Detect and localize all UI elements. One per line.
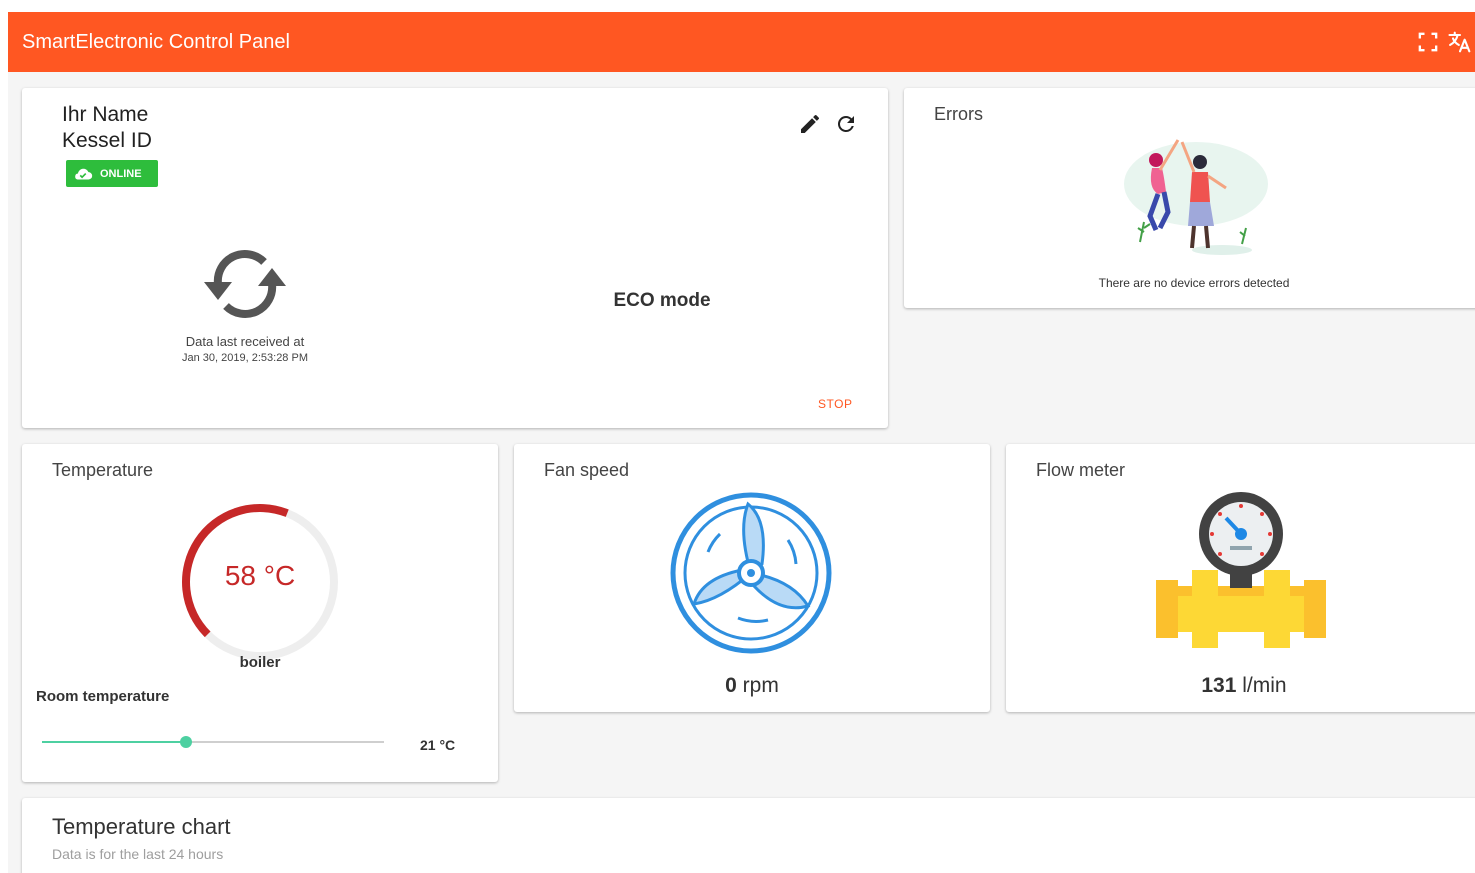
errors-message: There are no device errors detected xyxy=(1098,276,1290,290)
device-name: Ihr Name xyxy=(62,103,149,126)
room-temperature-value: 21 °C xyxy=(420,737,456,753)
flow-meter-card: Flow meter 131 l/min xyxy=(1006,444,1475,712)
temperature-chart-title: Temperature chart xyxy=(52,814,231,839)
fan-speed-title: Fan speed xyxy=(544,460,630,480)
fan-speed-card: Fan speed 0 rpm xyxy=(514,444,990,712)
pencil-icon xyxy=(801,114,819,133)
edit-button[interactable] xyxy=(798,112,822,136)
flow-unit: l/min xyxy=(1242,674,1287,697)
boiler-temperature-value: 58 °C xyxy=(224,560,296,591)
pressure-gauge-pipe-icon xyxy=(1156,490,1326,656)
device-status-card: Ihr Name Kessel ID ONLINE Data last rece… xyxy=(22,88,888,428)
high-five-illustration xyxy=(1110,132,1270,262)
room-temperature-label: Room temperature xyxy=(36,688,170,705)
top-bar: SmartElectronic Control Panel xyxy=(8,12,1475,72)
temperature-card: Temperature 58 °C boiler Room temperatur… xyxy=(22,444,498,782)
errors-title: Errors xyxy=(934,104,983,124)
app-window: SmartElectronic Control Panel Ihr Name K… xyxy=(8,12,1475,873)
refresh-button[interactable] xyxy=(834,112,858,136)
sync-icon xyxy=(202,248,288,320)
cloud-check-icon xyxy=(75,168,93,179)
gauge-label: boiler xyxy=(239,654,281,671)
errors-card: Errors There are no device errors detect… xyxy=(904,88,1475,308)
fan-speed-reading: 0 rpm xyxy=(634,674,870,698)
fullscreen-icon[interactable] xyxy=(1414,28,1442,56)
app-title: SmartElectronic Control Panel xyxy=(22,31,290,53)
stop-button[interactable]: STOP xyxy=(818,397,852,411)
flow-meter-title: Flow meter xyxy=(1036,460,1126,480)
fan-speed-unit: rpm xyxy=(742,674,779,697)
online-badge-label: ONLINE xyxy=(100,167,142,180)
slider-fill xyxy=(42,741,186,743)
temperature-title: Temperature xyxy=(52,460,154,480)
flow-meter-reading: 131 l/min xyxy=(1126,674,1362,698)
operating-mode: ECO mode xyxy=(613,290,711,311)
room-temperature-slider[interactable] xyxy=(42,736,384,748)
translate-icon[interactable] xyxy=(1446,28,1474,56)
temperature-chart-card: Temperature chart Data is for the last 2… xyxy=(22,798,1475,873)
last-received-label: Data last received at xyxy=(185,334,305,349)
online-status-badge: ONLINE xyxy=(66,160,158,187)
temperature-chart-subtitle: Data is for the last 24 hours xyxy=(52,846,224,862)
slider-thumb[interactable] xyxy=(179,736,192,748)
device-id: Kessel ID xyxy=(62,129,152,152)
last-received-timestamp: Jan 30, 2019, 2:53:28 PM xyxy=(182,352,308,364)
fan-speed-value: 0 xyxy=(725,674,737,697)
flow-value: 131 xyxy=(1201,674,1237,697)
refresh-icon xyxy=(837,115,854,132)
fan-icon xyxy=(668,490,834,656)
